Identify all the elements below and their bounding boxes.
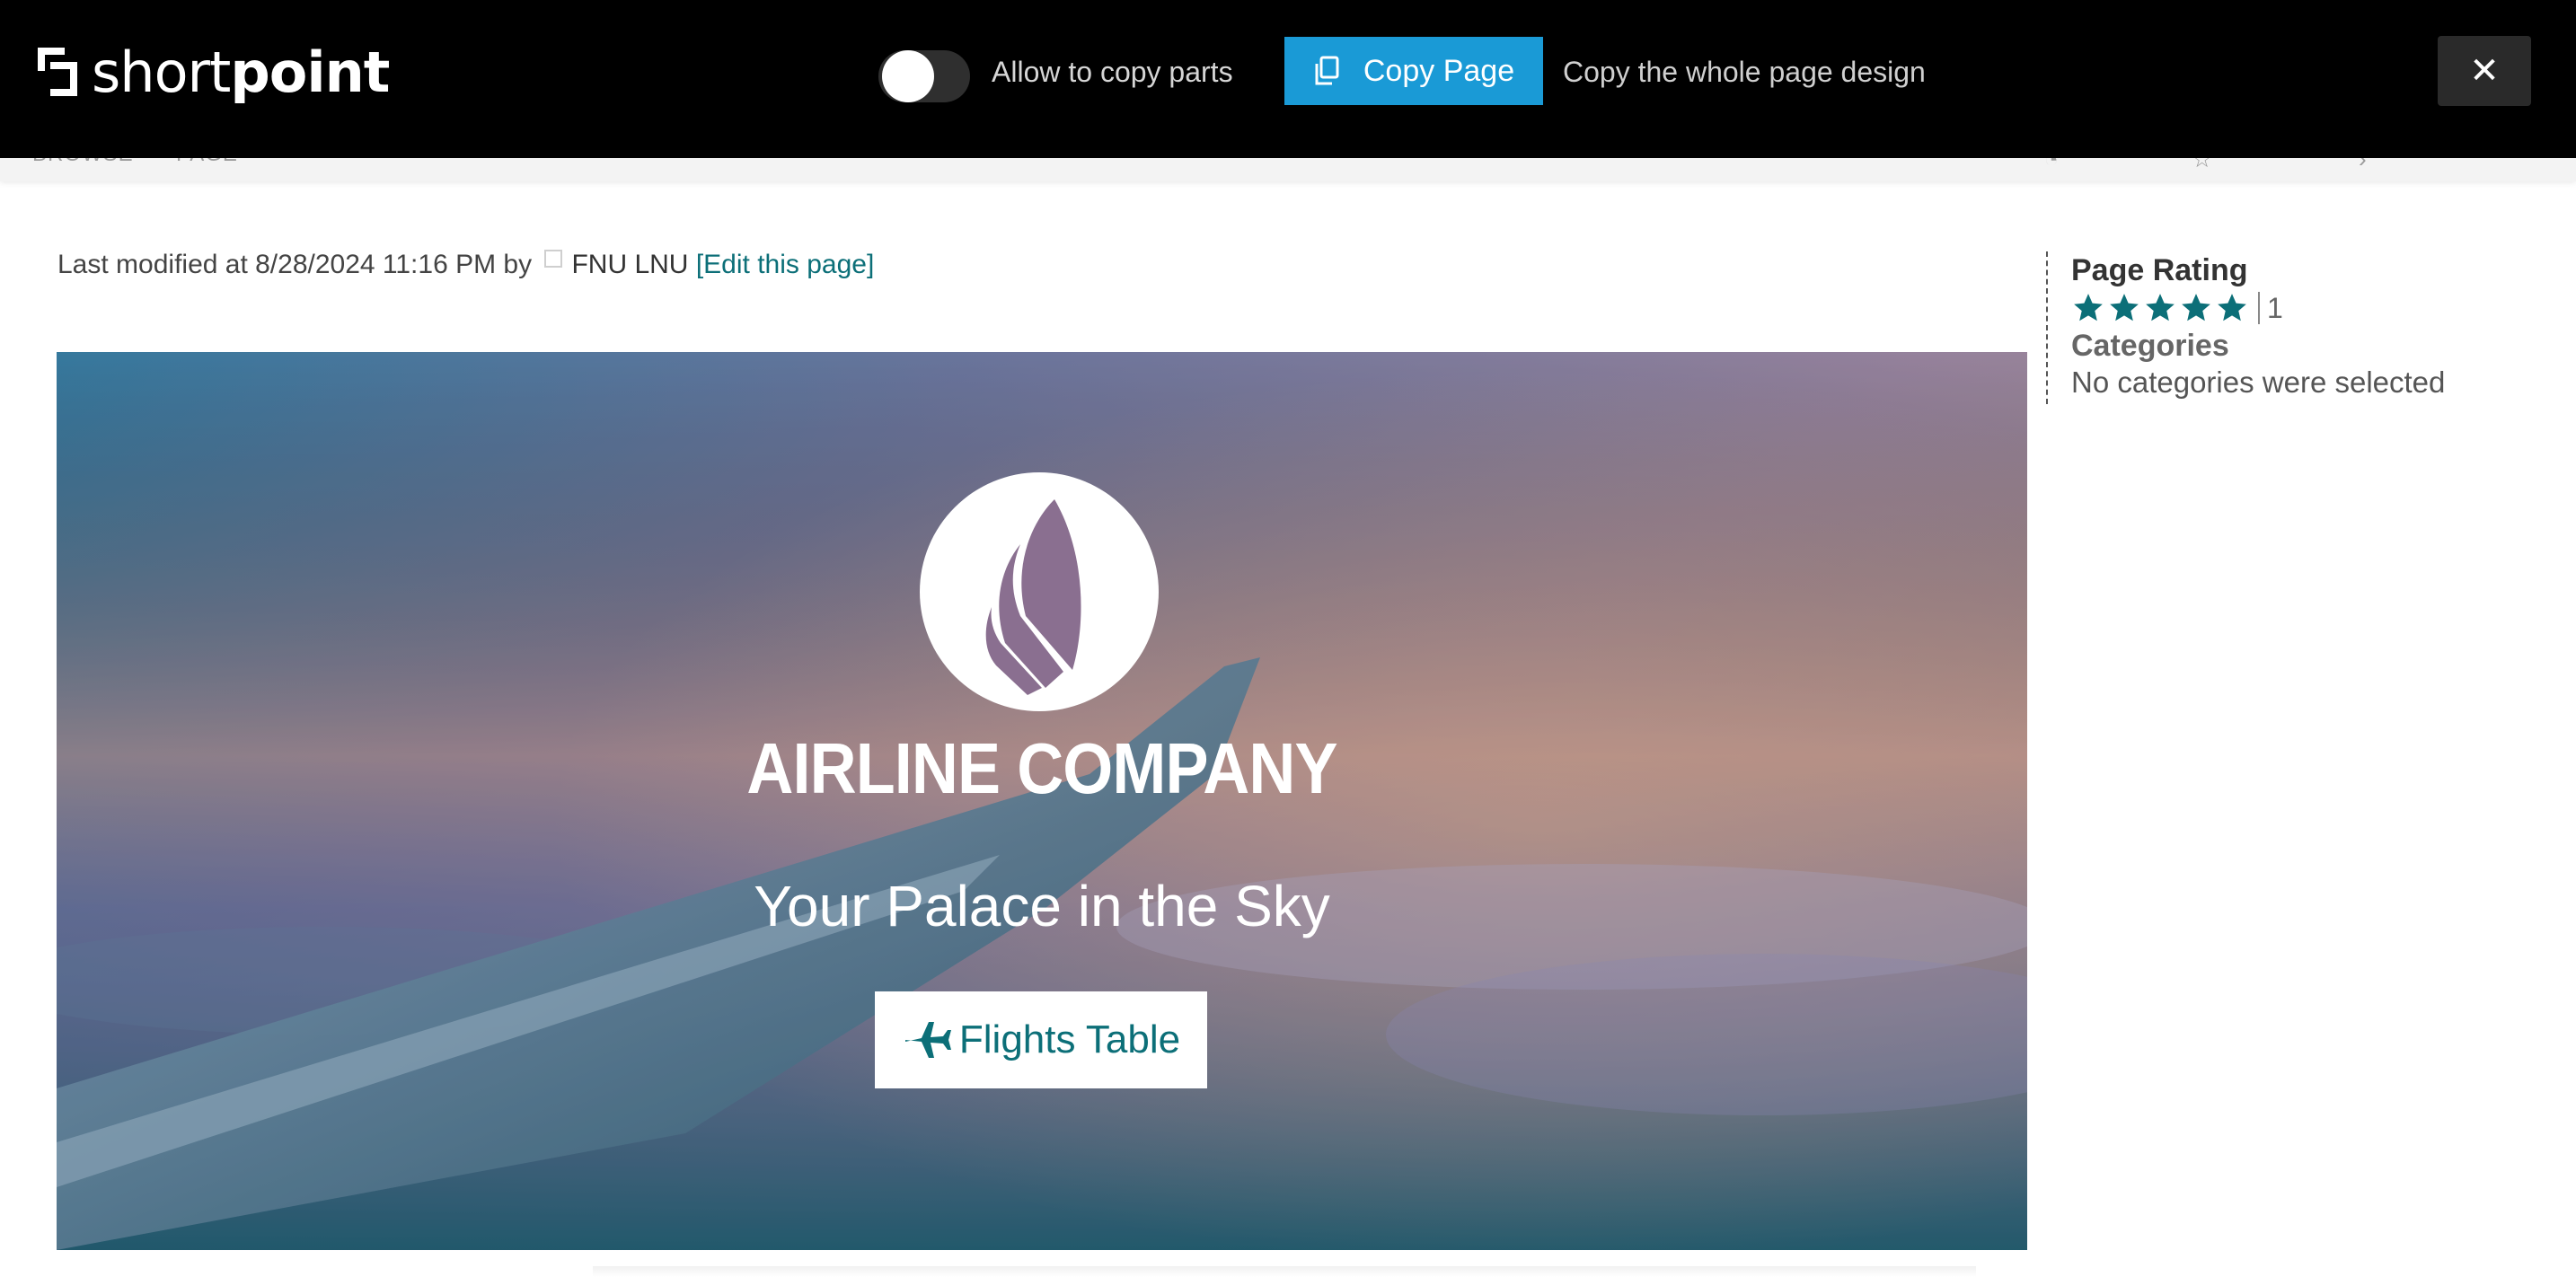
- sync-icon[interactable]: ›: [2359, 158, 2386, 172]
- last-modified-text: Last modified at 8/28/2024 11:16 PM by: [57, 250, 533, 279]
- shortpoint-copy-bar: short point Allow to copy parts Copy Page…: [0, 0, 2576, 158]
- allow-copy-parts-label: Allow to copy parts: [992, 56, 1233, 88]
- rating-star-icon[interactable]: [2179, 291, 2213, 325]
- close-button[interactable]: ✕: [2438, 36, 2531, 106]
- shortpoint-logo-icon: [38, 48, 77, 96]
- page-bottom-shadow: [593, 1266, 1976, 1277]
- page-rating-heading: Page Rating: [2071, 253, 2248, 287]
- copy-page-description: Copy the whole page design: [1563, 56, 1926, 88]
- allow-copy-parts-toggle[interactable]: [878, 50, 970, 102]
- rating-count: 1: [2258, 292, 2283, 324]
- presence-icon: [544, 250, 563, 268]
- author-name[interactable]: FNU LNU: [571, 250, 688, 279]
- edit-page-link[interactable]: [Edit this page]: [696, 250, 874, 279]
- airplane-icon: [904, 1022, 951, 1058]
- logo-text-point: point: [230, 39, 390, 105]
- airline-logo-icon: [920, 472, 1159, 711]
- page-info-sidebar: Page Rating 1 Categories No categories w…: [2046, 251, 2531, 404]
- logo-text-short: short: [92, 39, 231, 105]
- copy-icon: [1315, 56, 1339, 85]
- follow-star-icon[interactable]: ☆: [2192, 158, 2219, 172]
- rating-star-icon[interactable]: [2215, 291, 2249, 325]
- categories-heading: Categories: [2071, 329, 2229, 363]
- rating-star-icon[interactable]: [2107, 291, 2141, 325]
- close-icon: ✕: [2469, 51, 2500, 91]
- airline-company-title: AIRLINE COMPANY: [746, 728, 1337, 808]
- sharepoint-ribbon: BROWSE PAGE ◔ ☆ › ⌜⌝: [0, 158, 2576, 181]
- focus-mode-icon[interactable]: ⌜⌝: [2508, 158, 2535, 172]
- flights-table-label: Flights Table: [958, 1017, 1181, 1061]
- ribbon-tab-browse[interactable]: BROWSE: [32, 158, 134, 167]
- page-rating-stars: 1: [2071, 289, 2531, 327]
- rating-star-icon[interactable]: [2143, 291, 2177, 325]
- hero-tagline: Your Palace in the Sky: [754, 874, 1330, 938]
- copy-page-button[interactable]: Copy Page: [1284, 37, 1543, 105]
- rating-star-icon[interactable]: [2071, 291, 2105, 325]
- last-modified-line: Last modified at 8/28/2024 11:16 PM by F…: [57, 250, 874, 280]
- shortpoint-logo: short point: [34, 40, 390, 105]
- categories-text: No categories were selected: [2071, 365, 2446, 399]
- hero-banner: AIRLINE COMPANY Your Palace in the Sky F…: [57, 352, 2027, 1250]
- ribbon-tab-page[interactable]: PAGE: [176, 158, 238, 167]
- flights-table-button[interactable]: Flights Table: [875, 991, 1207, 1088]
- toggle-knob: [882, 50, 934, 102]
- copy-page-label: Copy Page: [1363, 53, 1515, 88]
- share-icon[interactable]: ◔: [2044, 158, 2071, 172]
